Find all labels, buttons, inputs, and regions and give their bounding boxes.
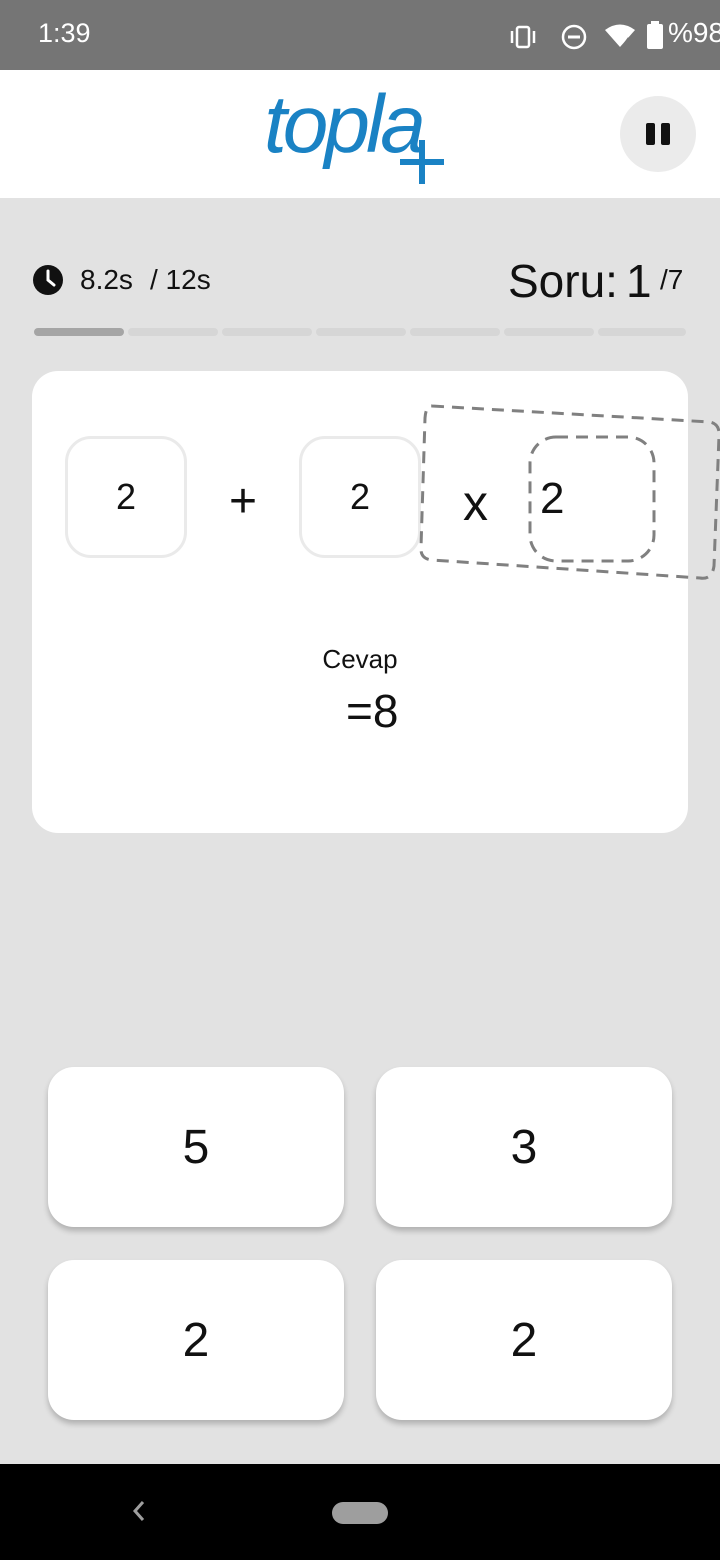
svg-text:4: 4 — [624, 36, 630, 48]
timer-elapsed: 8.2s — [80, 264, 133, 295]
pause-button[interactable] — [620, 96, 696, 172]
logo-text: topla — [264, 84, 423, 170]
pause-icon-bar — [661, 123, 670, 145]
choice-button-4[interactable]: 2 — [376, 1260, 672, 1420]
progress-segment — [598, 328, 686, 336]
progress-segment — [34, 328, 124, 336]
operator-plus: + — [229, 475, 258, 528]
operand-a[interactable]: 2 — [65, 436, 187, 558]
app-header: topla — [0, 70, 720, 198]
progress-segment — [222, 328, 312, 336]
question-progress — [34, 328, 686, 336]
clock-icon — [33, 265, 63, 295]
battery-percent: %98 — [668, 17, 720, 48]
vibrate-icon — [510, 25, 536, 49]
home-pill[interactable] — [332, 1502, 388, 1524]
operator-times: x — [463, 475, 488, 531]
do-not-disturb-icon — [561, 24, 587, 50]
choice-button-1[interactable]: 5 — [48, 1067, 344, 1227]
progress-segment — [316, 328, 406, 336]
app-logo: topla — [264, 84, 444, 184]
question-current: 1 — [626, 255, 652, 307]
answer-label: Cevap — [322, 644, 398, 674]
progress-segment — [410, 328, 500, 336]
progress-segment — [504, 328, 594, 336]
wifi-icon: 4 — [605, 24, 635, 48]
pause-icon — [646, 123, 655, 145]
back-icon[interactable] — [126, 1496, 152, 1526]
question-total: /7 — [660, 264, 684, 295]
answer-value: =8 — [346, 685, 399, 737]
status-time: 1:39 — [38, 18, 91, 48]
question-label: Soru: — [508, 255, 618, 307]
operand-c[interactable]: 2 — [540, 474, 564, 524]
system-nav-bar — [0, 1464, 720, 1560]
timer-total: / 12s — [150, 264, 211, 295]
progress-segment — [128, 328, 218, 336]
operand-b[interactable]: 2 — [299, 436, 421, 558]
choice-button-2[interactable]: 3 — [376, 1067, 672, 1227]
choice-button-3[interactable]: 2 — [48, 1260, 344, 1420]
status-bar: 1:39 4 %98 — [0, 0, 720, 70]
battery-icon — [647, 21, 663, 49]
